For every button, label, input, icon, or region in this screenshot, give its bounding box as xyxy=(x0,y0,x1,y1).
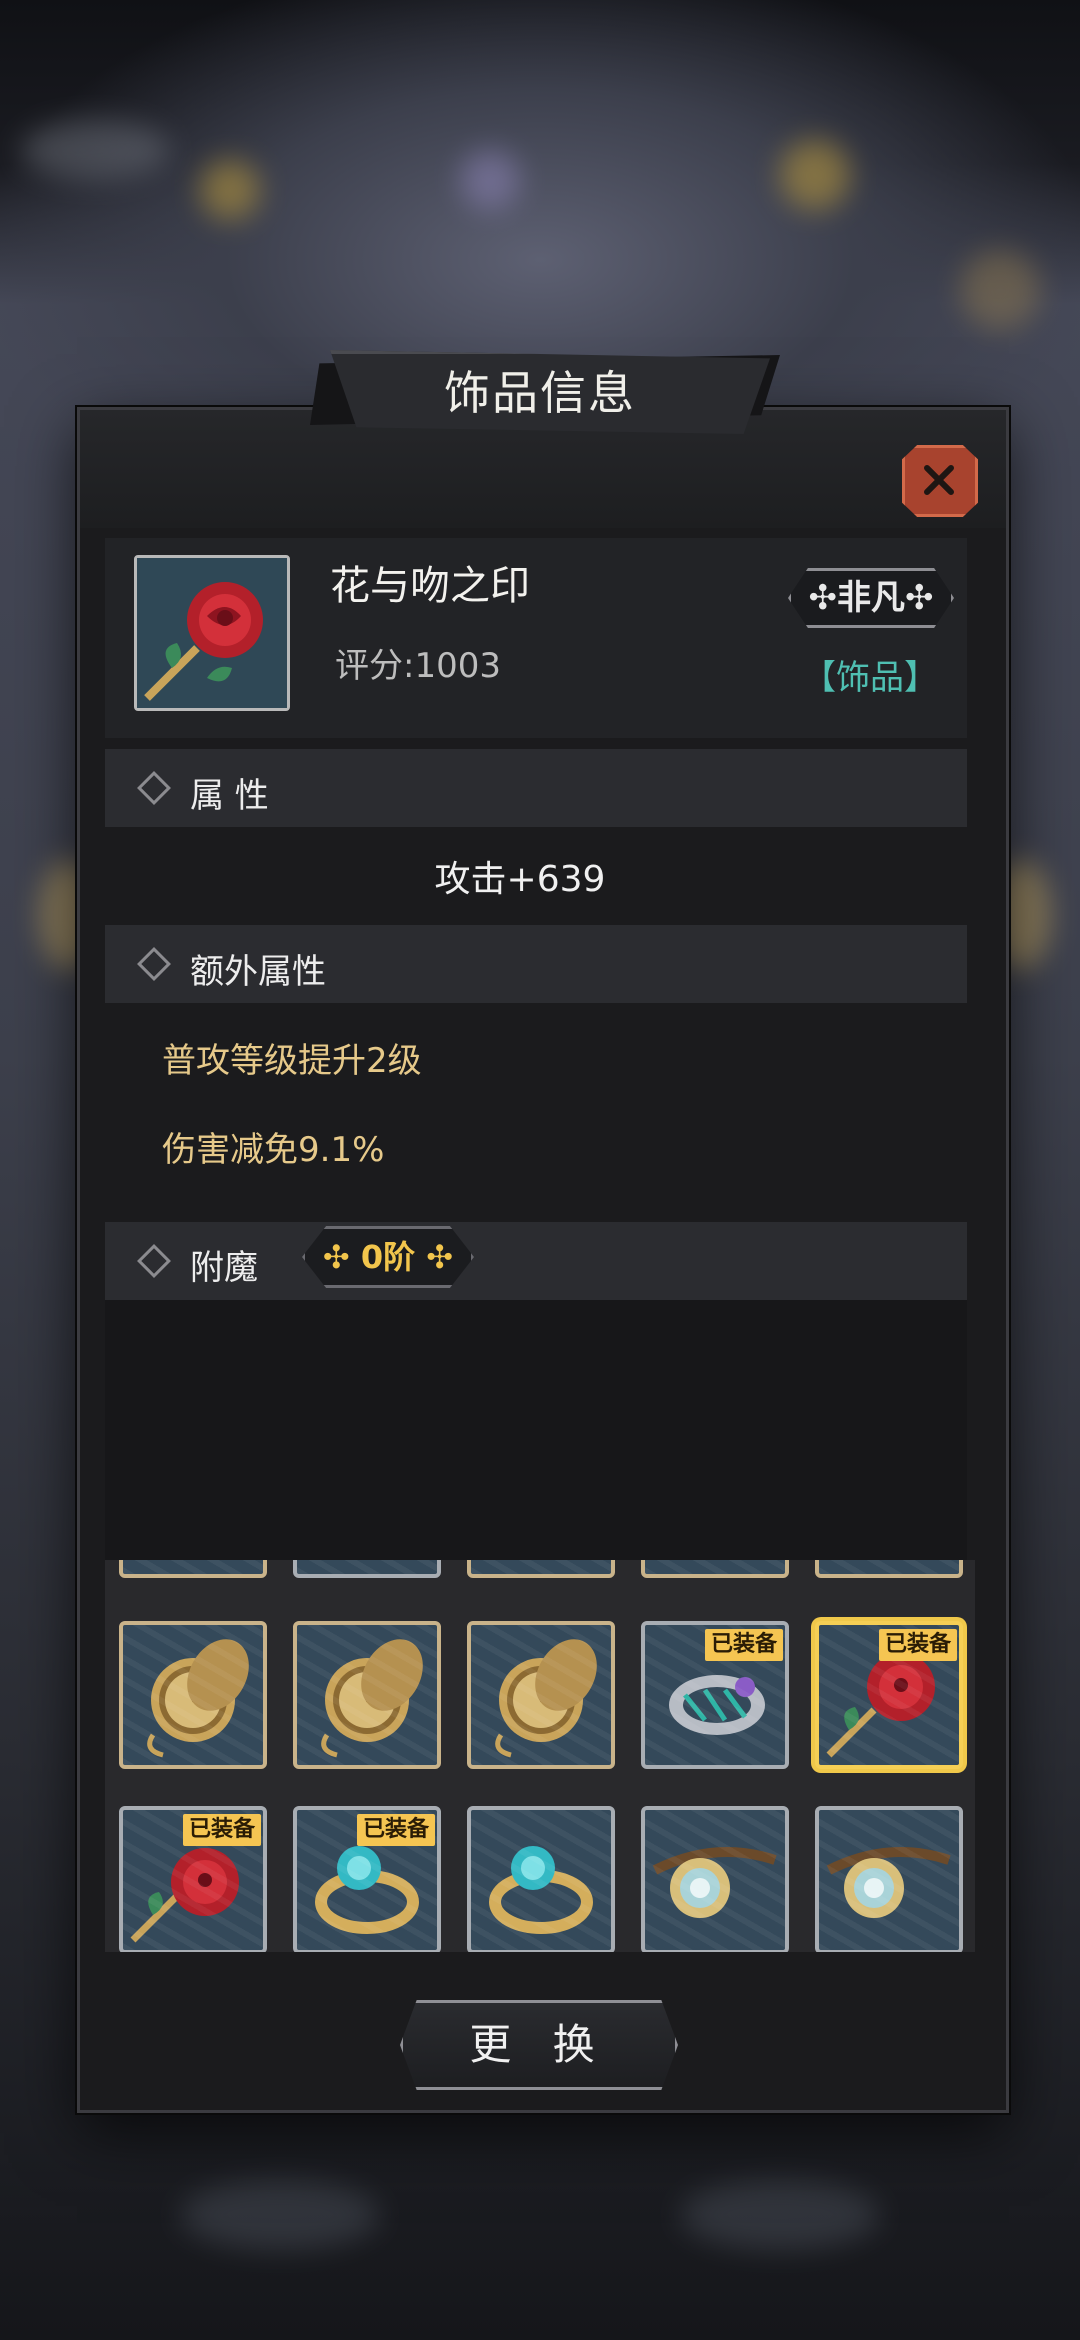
inventory-slot[interactable] xyxy=(293,1621,441,1769)
bg-blur-spot xyxy=(960,250,1040,330)
swap-button-label[interactable]: 更 换 xyxy=(400,2000,678,2090)
grid-bottom-edge xyxy=(105,1952,975,1962)
inventory-slot-partial[interactable] xyxy=(119,1560,267,1578)
extra-title: 额外属性 xyxy=(190,952,326,992)
inventory-slot-partial[interactable] xyxy=(641,1560,789,1578)
inventory-slot-selected[interactable]: 已装备 xyxy=(815,1621,963,1769)
equipped-tag: 已装备 xyxy=(878,1629,957,1661)
item-type-label: 【饰品】 xyxy=(802,658,938,698)
attack-stat: 攻击+639 xyxy=(434,859,606,900)
dialog-title: 饰品信息 xyxy=(444,366,636,420)
bg-blur-spot xyxy=(20,120,170,180)
item-name: 花与吻之印 xyxy=(330,563,530,609)
close-icon xyxy=(924,465,954,495)
attributes-title: 属 性 xyxy=(190,776,269,816)
rarity-label: ✣非凡✣ xyxy=(808,578,934,618)
bg-blur-spot xyxy=(200,160,260,220)
bg-blur-spot xyxy=(780,140,850,210)
enchant-title: 附魔 xyxy=(190,1248,258,1288)
rose-icon xyxy=(137,558,287,708)
inventory-slot[interactable] xyxy=(815,1806,963,1954)
inventory-slot[interactable]: 已装备 xyxy=(119,1806,267,1954)
equipped-tag: 已装备 xyxy=(356,1814,435,1846)
inventory-slot[interactable] xyxy=(641,1806,789,1954)
inventory-slot-partial[interactable] xyxy=(467,1560,615,1578)
inventory-slot[interactable] xyxy=(119,1621,267,1769)
equipped-tag: 已装备 xyxy=(182,1814,261,1846)
bg-blur-spot xyxy=(680,2180,880,2250)
inventory-slot-partial[interactable] xyxy=(815,1560,963,1578)
inventory-grid: 已装备 已装备 已装备 已装备 xyxy=(105,1560,975,1960)
extra-stat-attack-level: 普攻等级提升2级 xyxy=(162,1041,422,1081)
inventory-slot[interactable]: 已装备 xyxy=(293,1806,441,1954)
close-button[interactable] xyxy=(902,445,978,517)
inventory-slot[interactable] xyxy=(467,1621,615,1769)
bg-blur-spot xyxy=(180,2180,380,2250)
enchant-tier-label: ✣ 0阶 ✣ xyxy=(322,1238,454,1276)
item-icon-frame xyxy=(134,555,290,711)
equipped-tag: 已装备 xyxy=(704,1629,783,1661)
bg-blur-spot xyxy=(460,150,520,210)
inventory-slot[interactable] xyxy=(467,1806,615,1954)
extra-stat-damage-reduction: 伤害减免9.1% xyxy=(162,1130,385,1170)
item-score: 评分:1003 xyxy=(335,646,501,686)
empty-detail-area xyxy=(105,1300,967,1560)
inventory-slot[interactable]: 已装备 xyxy=(641,1621,789,1769)
inventory-slot-partial[interactable] xyxy=(293,1560,441,1578)
